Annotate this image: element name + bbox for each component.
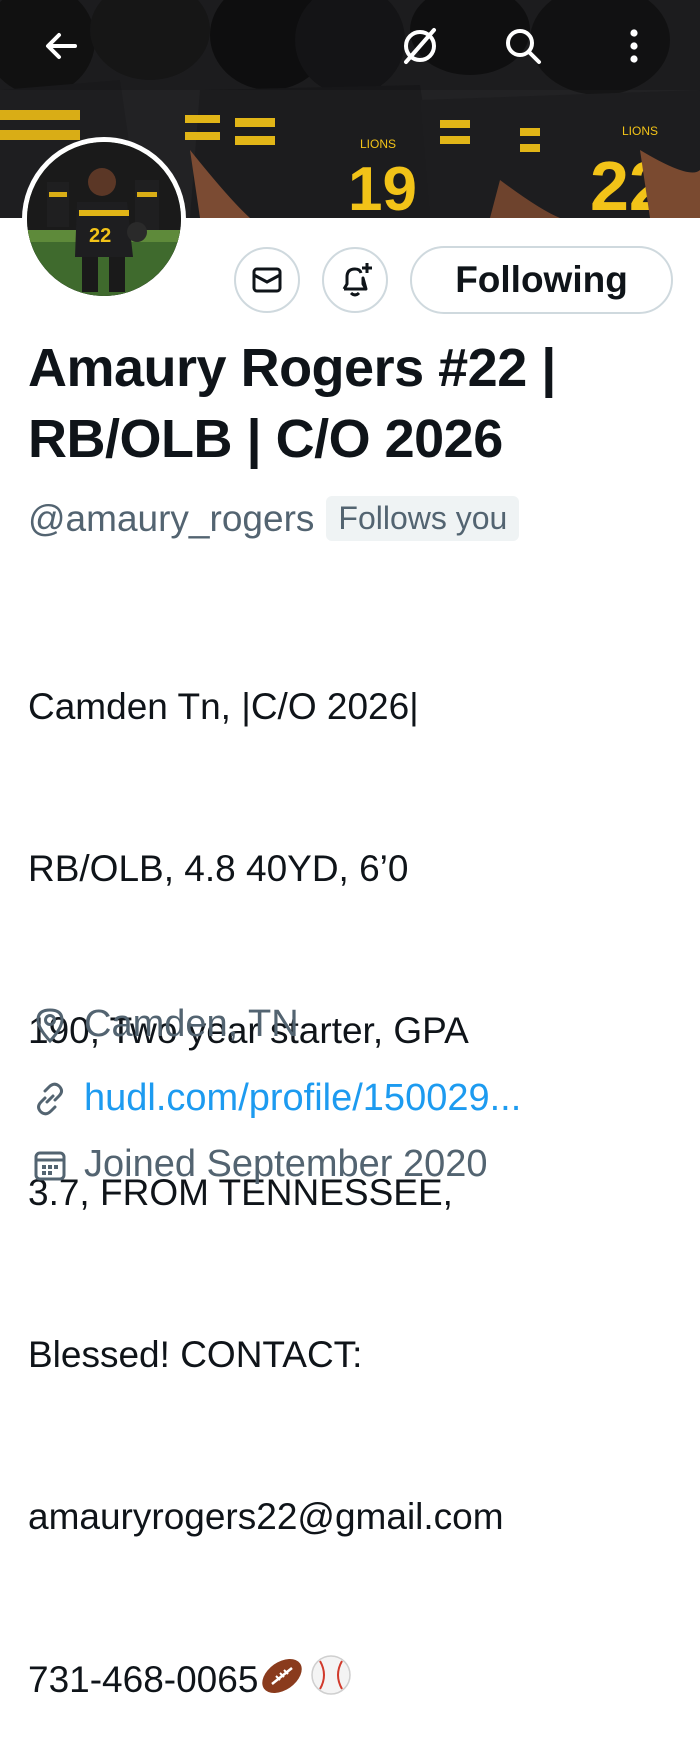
location-text: Camden, TN (84, 1003, 299, 1045)
bio-email-link: amauryrogers22@gmail.com (28, 1496, 504, 1537)
bio-phone-line: 731-468-0065 (28, 1652, 678, 1707)
slash-circle-icon (404, 28, 436, 64)
link-icon (30, 1079, 70, 1119)
following-button-label: Following (455, 259, 628, 300)
svg-text:22: 22 (89, 225, 111, 247)
mail-icon (252, 267, 282, 293)
more-vertical-icon (630, 29, 638, 63)
avatar[interactable]: 22 (22, 137, 186, 301)
football-emoji (262, 1658, 303, 1694)
location-pin-icon (30, 1005, 70, 1045)
arrow-left-icon (46, 33, 77, 59)
bio-line: Camden Tn, |C/O 2026| (28, 686, 419, 727)
more-button[interactable] (606, 18, 662, 74)
search-icon (506, 29, 541, 64)
message-button[interactable] (234, 247, 300, 313)
svg-text:LIONS: LIONS (360, 137, 396, 151)
search-button[interactable] (495, 18, 551, 74)
location-row: Camden, TN (30, 1003, 299, 1046)
display-name-line2: RB/OLB | C/O 2026 (28, 409, 503, 469)
back-button[interactable] (33, 18, 89, 74)
svg-text:19: 19 (348, 155, 417, 218)
notifications-button[interactable] (322, 247, 388, 313)
display-name-line1: Amaury Rogers #22 | (28, 338, 556, 398)
following-button[interactable]: Following (410, 246, 673, 314)
website-row[interactable]: hudl.com/profile/150029... (30, 1077, 521, 1120)
bell-plus-icon (342, 263, 372, 297)
svg-text:LIONS: LIONS (622, 124, 658, 138)
username-handle: @amaury_rogers (28, 497, 315, 539)
bio-line: RB/OLB, 4.8 40YD, 6’0 (28, 848, 409, 889)
follows-you-badge: Follows you (326, 496, 520, 541)
baseball-emoji (311, 1655, 352, 1695)
website-link[interactable]: hudl.com/profile/150029... (84, 1077, 521, 1120)
calendar-icon (30, 1145, 70, 1185)
joined-row: Joined September 2020 (30, 1143, 488, 1186)
avatar-image: 22 (27, 142, 181, 296)
bio-line: Blessed! CONTACT: (28, 1334, 363, 1375)
joined-date: Joined September 2020 (84, 1143, 488, 1185)
display-name: Amaury Rogers #22 | RB/OLB | C/O 2026 (28, 333, 678, 475)
handle-row: @amaury_rogers Follows you (28, 496, 520, 541)
block-button[interactable] (392, 18, 448, 74)
bio-phone: 731-468-0065 (28, 1659, 259, 1700)
